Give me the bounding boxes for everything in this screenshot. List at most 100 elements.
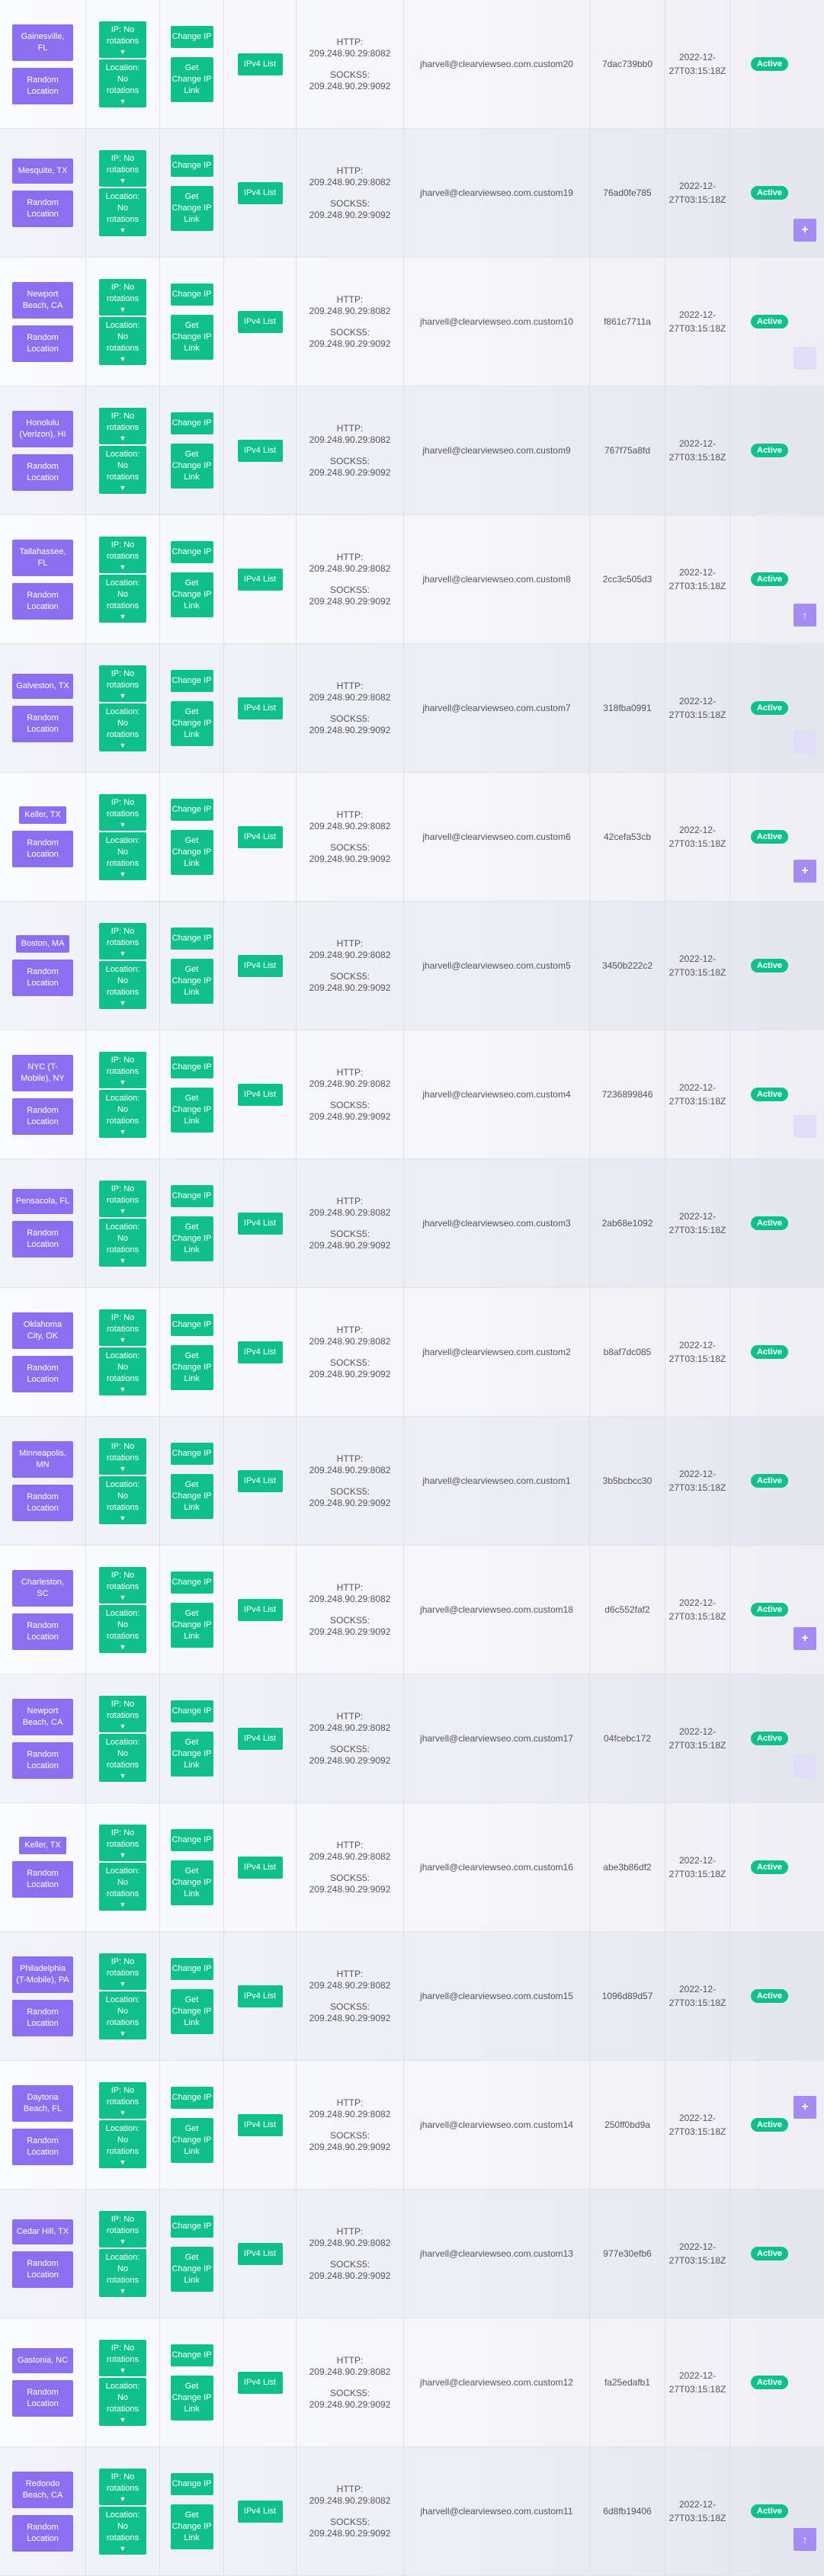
location-rotation-dropdown[interactable]: Location: No rotations ▼ <box>99 1089 146 1138</box>
random-location-button[interactable]: Random Location <box>12 2251 73 2288</box>
location-name-button[interactable]: Newport Beach, CA <box>12 1698 73 1735</box>
location-rotation-dropdown[interactable]: Location: No rotations ▼ <box>99 1733 146 1782</box>
ip-rotation-dropdown[interactable]: IP: No rotations ▼ <box>99 536 146 573</box>
location-name-button[interactable]: Tallahassee, FL <box>12 539 73 576</box>
get-change-ip-link-button[interactable]: Get Change IP Link <box>170 315 213 360</box>
change-ip-button[interactable]: Change IP <box>170 799 213 821</box>
ipv4-list-button[interactable]: IPv4 List <box>237 439 283 462</box>
ip-rotation-dropdown[interactable]: IP: No rotations ▼ <box>99 922 146 960</box>
location-name-button[interactable]: Minneapolis, MN <box>12 1440 73 1478</box>
location-name-button[interactable]: NYC (T-Mobile), NY <box>12 1054 73 1091</box>
change-ip-button[interactable]: Change IP <box>170 2216 213 2238</box>
add-button[interactable]: + <box>794 860 816 883</box>
ip-rotation-dropdown[interactable]: IP: No rotations ▼ <box>99 1566 146 1604</box>
location-name-button[interactable]: Galveston, TX <box>12 674 73 699</box>
ip-rotation-dropdown[interactable]: IP: No rotations ▼ <box>99 407 146 444</box>
random-location-button[interactable]: Random Location <box>12 453 73 491</box>
ip-rotation-dropdown[interactable]: IP: No rotations ▼ <box>99 1051 146 1088</box>
ipv4-list-button[interactable]: IPv4 List <box>237 2242 283 2265</box>
change-ip-button[interactable]: Change IP <box>170 2087 213 2109</box>
random-location-button[interactable]: Random Location <box>12 582 73 620</box>
ip-rotation-dropdown[interactable]: IP: No rotations ▼ <box>99 1309 146 1346</box>
get-change-ip-link-button[interactable]: Get Change IP Link <box>170 2504 213 2549</box>
ip-rotation-dropdown[interactable]: IP: No rotations ▼ <box>99 1695 146 1732</box>
ipv4-list-button[interactable]: IPv4 List <box>237 1212 283 1235</box>
ip-rotation-dropdown[interactable]: IP: No rotations ▼ <box>99 793 146 831</box>
location-rotation-dropdown[interactable]: Location: No rotations ▼ <box>99 2119 146 2168</box>
scroll-top-button[interactable]: ↑ <box>794 604 816 626</box>
ipv4-list-button[interactable]: IPv4 List <box>237 1985 283 2007</box>
ipv4-list-button[interactable]: IPv4 List <box>237 1469 283 1492</box>
get-change-ip-link-button[interactable]: Get Change IP Link <box>170 701 213 746</box>
location-rotation-dropdown[interactable]: Location: No rotations ▼ <box>99 2506 146 2555</box>
random-location-button[interactable]: Random Location <box>12 1613 73 1650</box>
location-name-button[interactable]: Charleston, SC <box>12 1569 73 1607</box>
get-change-ip-link-button[interactable]: Get Change IP Link <box>170 1732 213 1777</box>
ipv4-list-button[interactable]: IPv4 List <box>237 310 283 333</box>
location-name-button[interactable]: Honolulu (Verizon), HI <box>12 410 73 447</box>
location-rotation-dropdown[interactable]: Location: No rotations ▼ <box>99 1991 146 2039</box>
get-change-ip-link-button[interactable]: Get Change IP Link <box>170 2247 213 2292</box>
location-name-button[interactable]: Mesquite, TX <box>12 159 73 184</box>
ipv4-list-button[interactable]: IPv4 List <box>237 568 283 591</box>
change-ip-button[interactable]: Change IP <box>170 26 213 48</box>
random-location-button[interactable]: Random Location <box>12 325 73 362</box>
location-rotation-dropdown[interactable]: Location: No rotations ▼ <box>99 2248 146 2297</box>
location-rotation-dropdown[interactable]: Location: No rotations ▼ <box>99 316 146 365</box>
change-ip-button[interactable]: Change IP <box>170 1572 213 1594</box>
location-rotation-dropdown[interactable]: Location: No rotations ▼ <box>99 574 146 623</box>
change-ip-button[interactable]: Change IP <box>170 2344 213 2366</box>
change-ip-button[interactable]: Change IP <box>170 928 213 950</box>
ip-rotation-dropdown[interactable]: IP: No rotations ▼ <box>99 1180 146 1217</box>
ip-rotation-dropdown[interactable]: IP: No rotations ▼ <box>99 2468 146 2505</box>
ip-rotation-dropdown[interactable]: IP: No rotations ▼ <box>99 1437 146 1475</box>
ipv4-list-button[interactable]: IPv4 List <box>237 1341 283 1363</box>
change-ip-button[interactable]: Change IP <box>170 284 213 306</box>
random-location-button[interactable]: Random Location <box>12 1355 73 1392</box>
change-ip-button[interactable]: Change IP <box>170 1829 213 1851</box>
random-location-button[interactable]: Random Location <box>12 2380 73 2417</box>
ip-rotation-dropdown[interactable]: IP: No rotations ▼ <box>99 278 146 316</box>
get-change-ip-link-button[interactable]: Get Change IP Link <box>170 572 213 617</box>
random-location-button[interactable]: Random Location <box>12 2514 73 2552</box>
ip-rotation-dropdown[interactable]: IP: No rotations ▼ <box>99 2081 146 2119</box>
get-change-ip-link-button[interactable]: Get Change IP Link <box>170 1216 213 1261</box>
floating-button[interactable] <box>794 347 816 370</box>
location-rotation-dropdown[interactable]: Location: No rotations ▼ <box>99 59 146 107</box>
location-rotation-dropdown[interactable]: Location: No rotations ▼ <box>99 960 146 1009</box>
get-change-ip-link-button[interactable]: Get Change IP Link <box>170 830 213 875</box>
change-ip-button[interactable]: Change IP <box>170 412 213 434</box>
location-name-button[interactable]: Redondo Beach, CA <box>12 2471 73 2508</box>
location-rotation-dropdown[interactable]: Location: No rotations ▼ <box>99 1862 146 1911</box>
ip-rotation-dropdown[interactable]: IP: No rotations ▼ <box>99 149 146 187</box>
get-change-ip-link-button[interactable]: Get Change IP Link <box>170 959 213 1004</box>
random-location-button[interactable]: Random Location <box>12 1999 73 2036</box>
ipv4-list-button[interactable]: IPv4 List <box>237 1856 283 1879</box>
ipv4-list-button[interactable]: IPv4 List <box>237 697 283 719</box>
change-ip-button[interactable]: Change IP <box>170 541 213 563</box>
ipv4-list-button[interactable]: IPv4 List <box>237 1083 283 1106</box>
location-name-button[interactable]: Pensacola, FL <box>12 1189 73 1214</box>
get-change-ip-link-button[interactable]: Get Change IP Link <box>170 1474 213 1519</box>
location-rotation-dropdown[interactable]: Location: No rotations ▼ <box>99 1347 146 1395</box>
ipv4-list-button[interactable]: IPv4 List <box>237 1598 283 1621</box>
change-ip-button[interactable]: Change IP <box>170 1185 213 1207</box>
add-button[interactable]: + <box>794 219 816 242</box>
location-name-button[interactable]: Keller, TX <box>19 1837 66 1854</box>
get-change-ip-link-button[interactable]: Get Change IP Link <box>170 2118 213 2163</box>
random-location-button[interactable]: Random Location <box>12 1861 73 1898</box>
ip-rotation-dropdown[interactable]: IP: No rotations ▼ <box>99 1953 146 1990</box>
ipv4-list-button[interactable]: IPv4 List <box>237 2500 283 2523</box>
change-ip-button[interactable]: Change IP <box>170 1314 213 1336</box>
location-name-button[interactable]: Boston, MA <box>15 935 70 953</box>
change-ip-button[interactable]: Change IP <box>170 1958 213 1980</box>
location-name-button[interactable]: Keller, TX <box>19 806 66 824</box>
location-rotation-dropdown[interactable]: Location: No rotations ▼ <box>99 1604 146 1653</box>
get-change-ip-link-button[interactable]: Get Change IP Link <box>170 1345 213 1390</box>
location-rotation-dropdown[interactable]: Location: No rotations ▼ <box>99 2377 146 2426</box>
location-rotation-dropdown[interactable]: Location: No rotations ▼ <box>99 187 146 236</box>
floating-button[interactable] <box>794 731 816 754</box>
location-name-button[interactable]: Philadelphia (T-Mobile), PA <box>12 1956 73 1993</box>
get-change-ip-link-button[interactable]: Get Change IP Link <box>170 1603 213 1648</box>
location-name-button[interactable]: Gastonia, NC <box>12 2348 73 2373</box>
